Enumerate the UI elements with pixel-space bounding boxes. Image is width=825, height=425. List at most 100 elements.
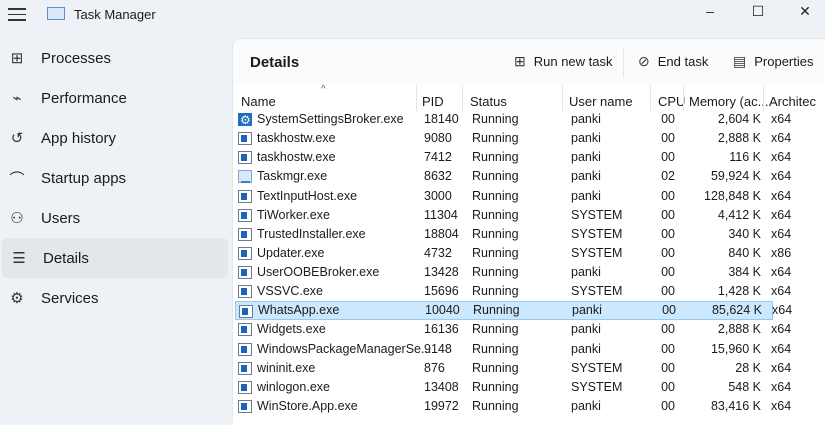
column-divider[interactable] — [462, 85, 463, 111]
cell-cpu: 00 — [661, 245, 675, 260]
cell-process-name: taskhostw.exe — [257, 131, 336, 146]
table-row[interactable]: WhatsApp.exe 10040 Running panki 00 85,624 K x… — [235, 301, 792, 321]
cell-pid: 18140 — [424, 112, 459, 126]
column-divider[interactable] — [683, 85, 684, 111]
cell-process-name: WhatsApp.exe — [258, 303, 340, 318]
cell-memory: 59,924 K — [710, 169, 761, 184]
sidebar-item-processes[interactable]: ⊞ Processes — [0, 38, 230, 78]
cell-architecture: x64 — [771, 131, 792, 146]
sidebar-item-label: Services — [41, 289, 99, 307]
minimize-button[interactable]: – — [690, 0, 730, 28]
cell-status: Running — [472, 245, 519, 260]
table-row[interactable]: WinStore.App.exe 19972 Running panki 00 83,41… — [235, 397, 791, 416]
process-table: ^ Name PID Status User name CPU Memory (ac...… — [233, 84, 825, 425]
table-row[interactable]: Updater.exe 4732 Running SYSTEM 00 840 K x86 — [235, 244, 791, 263]
sidebar-item-startup-apps[interactable]: ⌒ Startup apps — [0, 158, 230, 198]
cell-status: Running — [472, 265, 519, 280]
cell-status: Running — [472, 284, 519, 299]
toolbar-divider — [623, 47, 624, 77]
hamburger-menu-icon[interactable] — [8, 8, 26, 22]
cell-memory: 83,416 K — [710, 398, 761, 413]
cell-pid: 9148 — [424, 341, 452, 356]
cell-user-name: SYSTEM — [571, 245, 623, 260]
run-new-task-icon: ⊞ — [514, 53, 526, 69]
close-button[interactable]: ✕ — [785, 0, 825, 28]
task-manager-app-icon — [47, 7, 65, 20]
process-app-icon — [238, 380, 252, 394]
table-row[interactable]: WindowsPackageManagerSe... 9148 Running pan… — [235, 340, 791, 359]
cell-architecture: x64 — [771, 398, 792, 413]
cell-status: Running — [472, 188, 519, 203]
cell-user-name: panki — [571, 265, 601, 280]
sidebar-item-users[interactable]: ⚇ Users — [0, 198, 230, 238]
cell-process-name: WinStore.App.exe — [257, 398, 358, 413]
table-row[interactable]: TrustedInstaller.exe 18804 Running SYSTEM 00… — [235, 225, 791, 244]
process-chart-icon — [238, 170, 252, 184]
sidebar-item-services[interactable]: ⚙ Services — [0, 278, 230, 318]
cell-architecture: x64 — [771, 322, 792, 337]
cell-architecture: x64 — [771, 379, 792, 394]
sidebar-item-details[interactable]: ☰ Details — [2, 238, 228, 278]
table-row[interactable]: winlogon.exe 13408 Running SYSTEM 00 548 K x64 — [235, 378, 791, 397]
process-app-icon — [238, 285, 252, 299]
cell-pid: 16136 — [424, 322, 459, 337]
cell-architecture: x64 — [771, 341, 792, 356]
table-row[interactable]: VSSVC.exe 15696 Running SYSTEM 00 1,428 K x64 — [235, 282, 791, 301]
cell-architecture: x64 — [771, 284, 792, 299]
cell-cpu: 00 — [661, 379, 675, 394]
cell-pid: 19972 — [424, 398, 459, 413]
cell-cpu: 02 — [661, 169, 675, 184]
cell-user-name: panki — [572, 303, 602, 318]
cell-user-name: panki — [571, 131, 601, 146]
cell-process-name: TextInputHost.exe — [257, 188, 358, 203]
cell-architecture: x64 — [771, 112, 792, 126]
table-row[interactable]: TiWorker.exe 11304 Running SYSTEM 00 4,412 K x… — [235, 206, 791, 225]
table-row[interactable]: wininit.exe 876 Running SYSTEM 00 28 K x64 — [235, 359, 791, 378]
cell-pid: 15696 — [424, 284, 459, 299]
cell-pid: 18804 — [424, 226, 459, 241]
cell-cpu: 00 — [662, 303, 676, 318]
cell-cpu: 00 — [661, 360, 675, 375]
maximize-button[interactable]: ☐ — [738, 0, 778, 28]
properties-icon: ▤ — [733, 53, 747, 69]
table-row[interactable]: Taskmgr.exe 8632 Running panki 02 59,924 K x64 — [235, 167, 791, 186]
process-app-icon — [238, 399, 252, 413]
cell-user-name: panki — [571, 169, 601, 184]
cell-memory: 2,888 K — [717, 131, 761, 146]
table-row[interactable]: UserOOBEBroker.exe 13428 Running panki 00 384… — [235, 263, 791, 282]
table-row[interactable]: SystemSettingsBroker.exe 18140 Running pank… — [235, 110, 791, 130]
performance-icon: ⌁ — [12, 90, 22, 107]
cell-process-name: wininit.exe — [257, 360, 316, 375]
sidebar-item-label: Details — [43, 249, 89, 267]
sidebar-item-app-history[interactable]: ↺ App history — [0, 118, 230, 158]
column-divider[interactable] — [763, 85, 764, 111]
cell-process-name: UserOOBEBroker.exe — [257, 265, 380, 280]
cell-process-name: WindowsPackageManagerSe... — [257, 341, 432, 356]
cell-user-name: panki — [571, 341, 601, 356]
table-row[interactable]: taskhostw.exe 9080 Running panki 00 2,888 K x6… — [235, 129, 791, 148]
table-row[interactable]: Widgets.exe 16136 Running panki 00 2,888 K x64 — [235, 320, 791, 339]
cell-process-name: VSSVC.exe — [257, 284, 324, 299]
cell-process-name: TiWorker.exe — [257, 207, 330, 222]
cell-architecture: x64 — [771, 169, 792, 184]
process-app-icon — [238, 132, 252, 146]
cell-memory: 128,848 K — [704, 188, 761, 203]
end-task-label: End task — [657, 54, 709, 69]
cell-memory: 384 K — [728, 265, 761, 280]
column-divider[interactable] — [416, 85, 417, 111]
cell-status: Running — [472, 341, 519, 356]
cell-process-name: TrustedInstaller.exe — [257, 226, 366, 241]
cell-memory: 2,888 K — [717, 322, 761, 337]
run-new-task-button[interactable]: ⊞ Run new task — [514, 53, 613, 70]
table-row[interactable]: TextInputHost.exe 3000 Running panki 00 128,8… — [235, 187, 791, 206]
cell-status: Running — [472, 398, 519, 413]
column-divider[interactable] — [562, 85, 563, 111]
cell-pid: 4732 — [424, 245, 452, 260]
run-new-task-label: Run new task — [533, 54, 613, 69]
process-app-icon — [239, 305, 253, 319]
column-divider[interactable] — [650, 85, 651, 111]
properties-button[interactable]: ▤ Properties — [733, 53, 813, 70]
end-task-button[interactable]: ⊘ End task — [638, 53, 708, 70]
table-row[interactable]: taskhostw.exe 7412 Running panki 00 116 K x64 — [235, 148, 791, 167]
sidebar-item-performance[interactable]: ⌁ Performance — [0, 78, 230, 118]
